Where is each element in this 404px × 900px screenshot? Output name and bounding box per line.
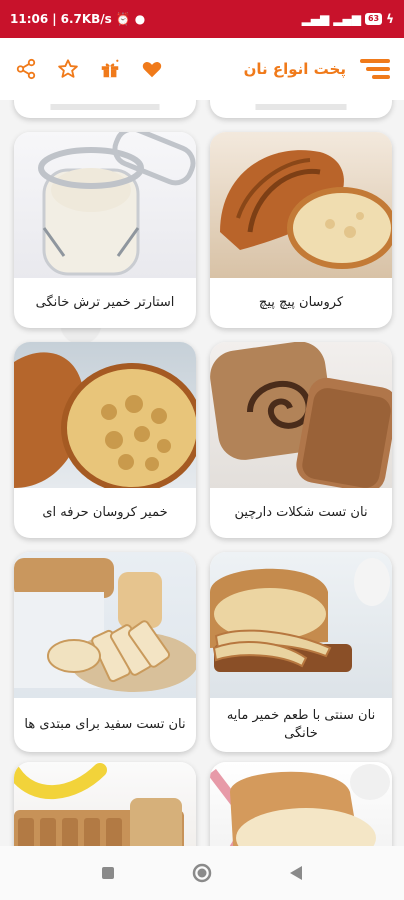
recipe-card[interactable]: خمیر کروسان حرفه ای <box>14 342 196 538</box>
recipe-card[interactable]: نان تست سفید برای مبتدی ها <box>14 552 196 752</box>
clock: 11:06 <box>10 12 49 26</box>
croissant-image <box>210 132 392 278</box>
recipe-card[interactable]: نان سنتی با طعم خمیر مایه خانگی <box>210 552 392 752</box>
app-title: پخت انواع نان <box>243 60 346 78</box>
recipe-title: نان تست شکلات دارچین <box>234 505 368 520</box>
sourdough-starter-image <box>14 132 196 278</box>
recipe-title: خمیر کروسان حرفه ای <box>42 505 168 520</box>
recents-button[interactable] <box>96 861 120 885</box>
heart-icon[interactable] <box>140 57 164 81</box>
home-button[interactable] <box>190 861 214 885</box>
recipe-title: نان سنتی با طعم خمیر مایه خانگی <box>226 708 376 741</box>
recipe-card-partial[interactable] <box>14 100 196 118</box>
network-speed: 6.7KB/s <box>60 12 112 26</box>
app-bar-actions <box>14 57 164 81</box>
share-icon[interactable] <box>14 57 38 81</box>
signal-icon: ▂▄▆ <box>301 12 330 26</box>
recipe-card[interactable]: کروسان پیچ پیچ <box>210 132 392 328</box>
recipe-card[interactable]: نان تست شکلات دارچین <box>210 342 392 538</box>
notification-icon: ● <box>134 12 146 26</box>
recipe-title: استارتر خمیر ترش خانگی <box>35 295 175 310</box>
recipe-card[interactable] <box>14 762 196 846</box>
recipe-card-partial[interactable] <box>210 100 392 118</box>
star-icon[interactable] <box>56 57 80 81</box>
white-loaf-image <box>210 762 392 846</box>
croissant-dough-image <box>14 342 196 488</box>
gift-icon[interactable] <box>98 57 122 81</box>
alarm-icon: ⏰ <box>115 12 131 26</box>
status-bar: 11:06 | 6.7KB/s ⏰ ● ▂▄▆ ▂▄▆ 63 ϟ <box>0 0 404 38</box>
white-toast-image <box>14 552 196 698</box>
recipe-card[interactable]: استارتر خمیر ترش خانگی <box>14 132 196 328</box>
banana-bread-image <box>14 762 196 846</box>
recipe-title: نان تست سفید برای مبتدی ها <box>24 717 186 732</box>
traditional-bread-image <box>210 552 392 698</box>
signal-icon-2: ▂▄▆ <box>333 12 361 26</box>
system-navigation-bar <box>0 846 404 900</box>
app-bar: پخت انواع نان <box>0 38 404 100</box>
recipe-grid: استارتر خمیر ترش خانگی کروسان پیچ پیچ خم… <box>0 100 404 846</box>
battery-icon: 63 <box>364 13 383 25</box>
recipe-card[interactable] <box>210 762 392 846</box>
back-button[interactable] <box>284 861 308 885</box>
charging-icon: ϟ <box>386 12 394 26</box>
recipe-title: کروسان پیچ پیچ <box>258 295 344 310</box>
menu-icon[interactable] <box>360 59 390 79</box>
cinnamon-bread-image <box>210 342 392 488</box>
